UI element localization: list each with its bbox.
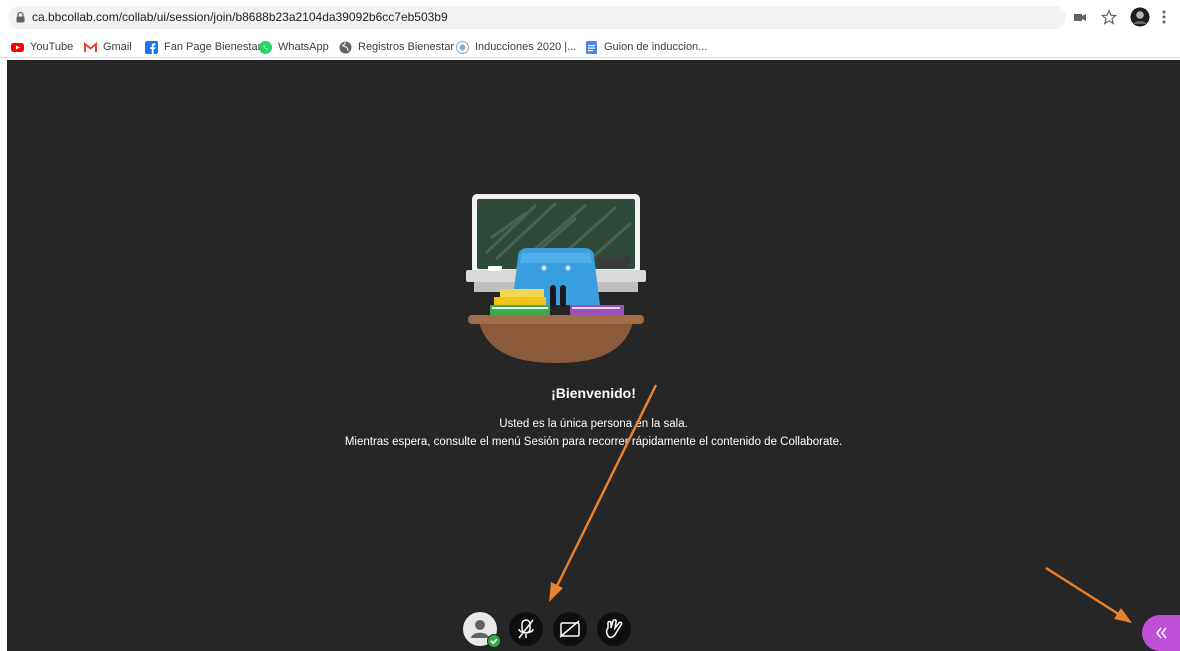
arrow-to-panel-button [1045,566,1132,623]
arrow-to-controls [549,384,658,602]
annotation-arrows [549,384,1132,623]
